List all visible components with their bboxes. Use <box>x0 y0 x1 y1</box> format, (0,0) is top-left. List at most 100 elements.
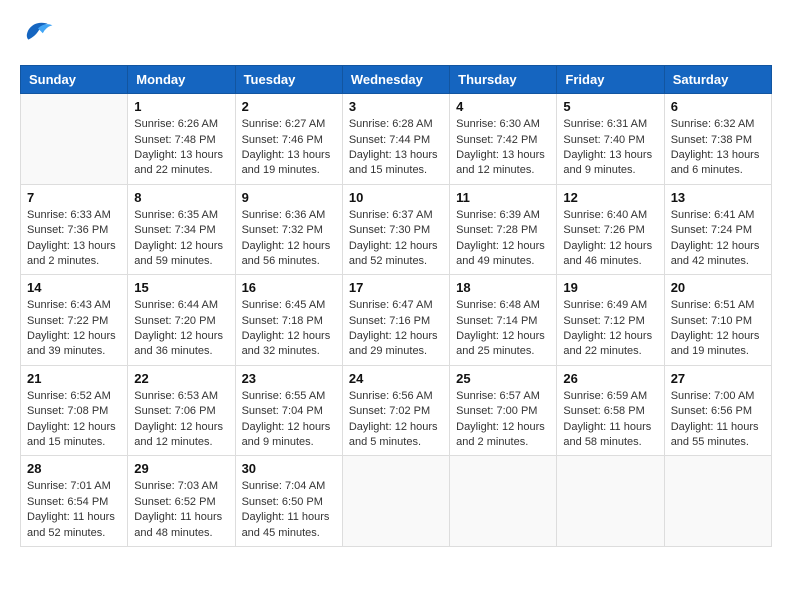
week-row-1: 1 Sunrise: 6:26 AMSunset: 7:48 PMDaylight… <box>21 94 772 185</box>
day-info: Sunrise: 6:57 AMSunset: 7:00 PMDaylight:… <box>456 389 550 451</box>
weekday-header-wednesday: Wednesday <box>342 66 449 94</box>
day-number: 4 <box>456 99 550 114</box>
day-number: 19 <box>563 280 657 295</box>
logo-bird-icon <box>22 16 54 44</box>
calendar-cell: 4Sunrise: 6:30 AMSunset: 7:42 PMDaylight… <box>450 94 557 185</box>
day-number: 9 <box>242 190 336 205</box>
calendar-cell: 21 Sunrise: 6:52 AMSunset: 7:08 PMDayligh… <box>21 365 128 456</box>
day-number: 29 <box>134 461 228 476</box>
day-number: 27 <box>671 371 765 386</box>
day-number: 13 <box>671 190 765 205</box>
day-info: Sunrise: 7:04 AMSunset: 6:50 PMDaylight:… <box>242 479 336 541</box>
calendar-cell: 20 Sunrise: 6:51 AMSunset: 7:10 PMDayligh… <box>664 275 771 366</box>
day-number: 22 <box>134 371 228 386</box>
logo <box>20 20 54 49</box>
week-row-2: 7 Sunrise: 6:33 AMSunset: 7:36 PMDaylight… <box>21 184 772 275</box>
day-info: Sunrise: 6:40 AMSunset: 7:26 PMDaylight:… <box>563 208 657 270</box>
calendar: SundayMondayTuesdayWednesdayThursdayFrid… <box>20 65 772 547</box>
day-number: 26 <box>563 371 657 386</box>
day-info: Sunrise: 6:27 AMSunset: 7:46 PMDaylight:… <box>242 117 336 179</box>
day-number: 10 <box>349 190 443 205</box>
day-info: Sunrise: 6:59 AMSunset: 6:58 PMDaylight:… <box>563 389 657 451</box>
day-number: 2 <box>242 99 336 114</box>
day-info: Sunrise: 6:39 AMSunset: 7:28 PMDaylight:… <box>456 208 550 270</box>
logo-text <box>20 20 54 49</box>
weekday-header-saturday: Saturday <box>664 66 771 94</box>
day-number: 7 <box>27 190 121 205</box>
calendar-cell <box>664 456 771 547</box>
calendar-cell: 5 Sunrise: 6:31 AMSunset: 7:40 PMDaylight… <box>557 94 664 185</box>
calendar-cell: 28 Sunrise: 7:01 AMSunset: 6:54 PMDayligh… <box>21 456 128 547</box>
calendar-cell <box>557 456 664 547</box>
day-info: Sunrise: 6:35 AMSunset: 7:34 PMDaylight:… <box>134 208 228 270</box>
calendar-cell: 18Sunrise: 6:48 AMSunset: 7:14 PMDayligh… <box>450 275 557 366</box>
weekday-header-friday: Friday <box>557 66 664 94</box>
week-row-5: 28 Sunrise: 7:01 AMSunset: 6:54 PMDayligh… <box>21 456 772 547</box>
day-info: Sunrise: 6:43 AMSunset: 7:22 PMDaylight:… <box>27 298 121 360</box>
day-info: Sunrise: 6:53 AMSunset: 7:06 PMDaylight:… <box>134 389 228 451</box>
calendar-cell: 9Sunrise: 6:36 AMSunset: 7:32 PMDaylight… <box>235 184 342 275</box>
calendar-cell <box>21 94 128 185</box>
calendar-cell: 27 Sunrise: 7:00 AMSunset: 6:56 PMDayligh… <box>664 365 771 456</box>
weekday-header-monday: Monday <box>128 66 235 94</box>
calendar-cell: 19 Sunrise: 6:49 AMSunset: 7:12 PMDayligh… <box>557 275 664 366</box>
day-number: 23 <box>242 371 336 386</box>
day-info: Sunrise: 6:56 AMSunset: 7:02 PMDaylight:… <box>349 389 443 451</box>
calendar-cell: 8 Sunrise: 6:35 AMSunset: 7:34 PMDaylight… <box>128 184 235 275</box>
day-info: Sunrise: 6:32 AMSunset: 7:38 PMDaylight:… <box>671 117 765 179</box>
week-row-4: 21 Sunrise: 6:52 AMSunset: 7:08 PMDayligh… <box>21 365 772 456</box>
calendar-cell: 24 Sunrise: 6:56 AMSunset: 7:02 PMDayligh… <box>342 365 449 456</box>
weekday-header-tuesday: Tuesday <box>235 66 342 94</box>
day-number: 28 <box>27 461 121 476</box>
day-info: Sunrise: 6:44 AMSunset: 7:20 PMDaylight:… <box>134 298 228 360</box>
day-number: 3 <box>349 99 443 114</box>
day-info: Sunrise: 6:45 AMSunset: 7:18 PMDaylight:… <box>242 298 336 360</box>
day-info: Sunrise: 6:28 AMSunset: 7:44 PMDaylight:… <box>349 117 443 179</box>
week-row-3: 14 Sunrise: 6:43 AMSunset: 7:22 PMDayligh… <box>21 275 772 366</box>
calendar-cell: 16 Sunrise: 6:45 AMSunset: 7:18 PMDayligh… <box>235 275 342 366</box>
day-info: Sunrise: 6:41 AMSunset: 7:24 PMDaylight:… <box>671 208 765 270</box>
day-number: 16 <box>242 280 336 295</box>
calendar-cell: 7 Sunrise: 6:33 AMSunset: 7:36 PMDaylight… <box>21 184 128 275</box>
day-number: 17 <box>349 280 443 295</box>
day-info: Sunrise: 6:52 AMSunset: 7:08 PMDaylight:… <box>27 389 121 451</box>
calendar-cell: 13 Sunrise: 6:41 AMSunset: 7:24 PMDayligh… <box>664 184 771 275</box>
day-info: Sunrise: 6:37 AMSunset: 7:30 PMDaylight:… <box>349 208 443 270</box>
calendar-cell: 10 Sunrise: 6:37 AMSunset: 7:30 PMDayligh… <box>342 184 449 275</box>
day-number: 14 <box>27 280 121 295</box>
calendar-cell: 2 Sunrise: 6:27 AMSunset: 7:46 PMDaylight… <box>235 94 342 185</box>
calendar-cell <box>450 456 557 547</box>
calendar-cell <box>342 456 449 547</box>
day-number: 1 <box>134 99 228 114</box>
day-number: 5 <box>563 99 657 114</box>
calendar-cell: 15 Sunrise: 6:44 AMSunset: 7:20 PMDayligh… <box>128 275 235 366</box>
calendar-cell: 11Sunrise: 6:39 AMSunset: 7:28 PMDayligh… <box>450 184 557 275</box>
day-number: 8 <box>134 190 228 205</box>
day-number: 24 <box>349 371 443 386</box>
day-info: Sunrise: 6:31 AMSunset: 7:40 PMDaylight:… <box>563 117 657 179</box>
weekday-header-sunday: Sunday <box>21 66 128 94</box>
day-info: Sunrise: 7:00 AMSunset: 6:56 PMDaylight:… <box>671 389 765 451</box>
calendar-cell: 3 Sunrise: 6:28 AMSunset: 7:44 PMDaylight… <box>342 94 449 185</box>
calendar-cell: 14 Sunrise: 6:43 AMSunset: 7:22 PMDayligh… <box>21 275 128 366</box>
calendar-cell: 1 Sunrise: 6:26 AMSunset: 7:48 PMDaylight… <box>128 94 235 185</box>
day-info: Sunrise: 7:01 AMSunset: 6:54 PMDaylight:… <box>27 479 121 541</box>
calendar-cell: 26 Sunrise: 6:59 AMSunset: 6:58 PMDayligh… <box>557 365 664 456</box>
day-info: Sunrise: 6:47 AMSunset: 7:16 PMDaylight:… <box>349 298 443 360</box>
day-info: Sunrise: 6:51 AMSunset: 7:10 PMDaylight:… <box>671 298 765 360</box>
day-number: 30 <box>242 461 336 476</box>
day-number: 15 <box>134 280 228 295</box>
calendar-cell: 12Sunrise: 6:40 AMSunset: 7:26 PMDayligh… <box>557 184 664 275</box>
day-info: Sunrise: 6:49 AMSunset: 7:12 PMDaylight:… <box>563 298 657 360</box>
day-number: 6 <box>671 99 765 114</box>
weekday-header-thursday: Thursday <box>450 66 557 94</box>
calendar-cell: 17 Sunrise: 6:47 AMSunset: 7:16 PMDayligh… <box>342 275 449 366</box>
day-info: Sunrise: 6:26 AMSunset: 7:48 PMDaylight:… <box>134 117 228 179</box>
day-number: 18 <box>456 280 550 295</box>
day-info: Sunrise: 6:33 AMSunset: 7:36 PMDaylight:… <box>27 208 121 270</box>
day-number: 21 <box>27 371 121 386</box>
header <box>20 20 772 49</box>
weekday-header-row: SundayMondayTuesdayWednesdayThursdayFrid… <box>21 66 772 94</box>
day-number: 20 <box>671 280 765 295</box>
day-number: 25 <box>456 371 550 386</box>
